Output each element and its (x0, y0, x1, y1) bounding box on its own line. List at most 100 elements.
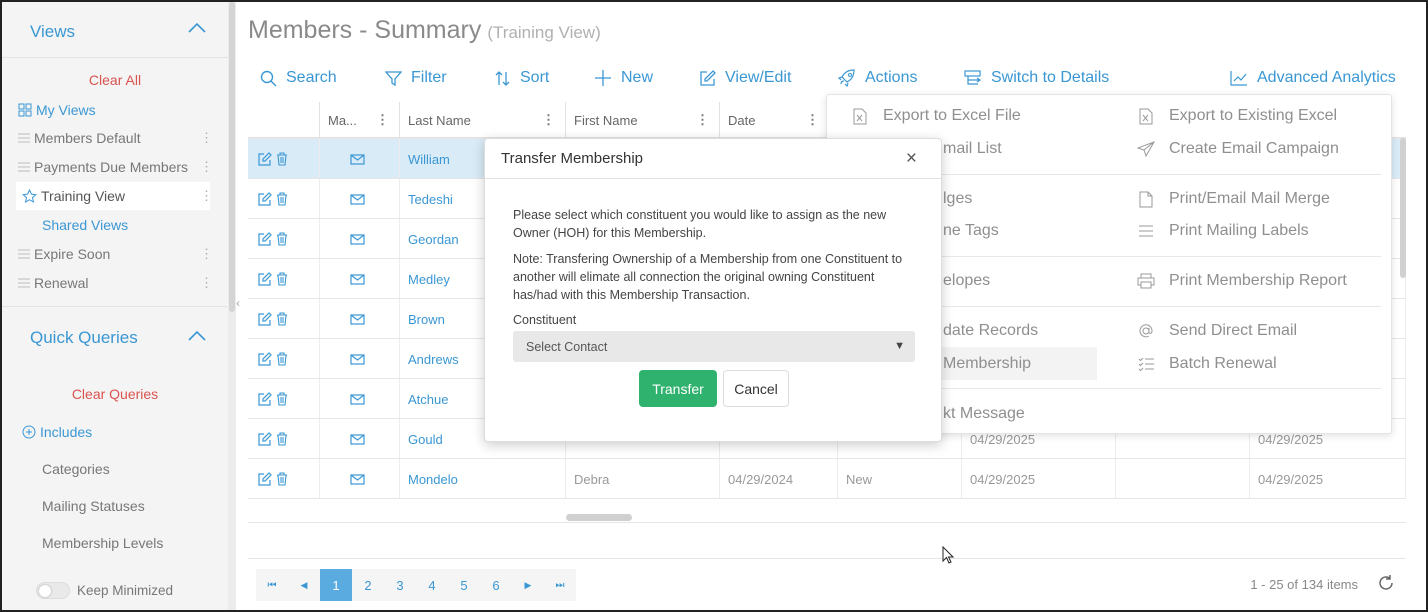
chevron-up-icon[interactable] (188, 330, 206, 342)
header-last-name[interactable]: Last Name ⋮ (400, 102, 566, 138)
edit-icon[interactable] (258, 392, 272, 406)
sidebar-item-members-default[interactable]: Members Default ⋮ (18, 124, 213, 152)
envelope-icon[interactable] (350, 393, 365, 405)
column-menu-icon[interactable]: ⋮ (696, 112, 709, 128)
menu-transfer-membership[interactable]: Membership (943, 355, 1031, 373)
menu-envelopes[interactable]: elopes (943, 272, 990, 290)
views-header[interactable]: Views (2, 2, 228, 58)
categories-link[interactable]: Categories (42, 461, 110, 477)
page-4-button[interactable]: 4 (416, 569, 448, 601)
column-menu-icon[interactable]: ⋮ (376, 112, 389, 128)
close-icon[interactable]: × (906, 148, 917, 170)
first-page-icon[interactable]: ⏮ (256, 569, 288, 601)
quick-queries-header[interactable]: Quick Queries (2, 308, 228, 364)
transfer-button[interactable]: Transfer (639, 370, 717, 407)
table-row[interactable]: Mondelo Debra 04/29/2024 New 04/29/2025 04/29… (248, 458, 1406, 499)
menu-print-email-mail-merge[interactable]: Print/Email Mail Merge (1133, 190, 1330, 208)
menu-print-mailing-labels[interactable]: Print Mailing Labels (1133, 222, 1309, 240)
advanced-analytics-button[interactable]: Advanced Analytics (1230, 66, 1396, 90)
page-1-button[interactable]: 1 (320, 569, 352, 601)
envelope-icon[interactable] (350, 473, 365, 485)
clear-queries-link[interactable]: Clear Queries (2, 386, 228, 402)
horizontal-scrollbar-thumb[interactable] (566, 514, 632, 521)
envelope-icon[interactable] (350, 353, 365, 365)
menu-badges[interactable]: lges (943, 190, 972, 208)
vertical-scrollbar-thumb[interactable] (1400, 138, 1406, 278)
trash-icon[interactable] (276, 472, 288, 486)
sidebar-item-training-view[interactable]: Training View ⋮ (16, 182, 213, 210)
menu-print-membership-report[interactable]: Print Membership Report (1133, 272, 1347, 290)
shared-views-link[interactable]: Shared Views (42, 211, 234, 239)
trash-icon[interactable] (276, 192, 288, 206)
trash-icon[interactable] (276, 432, 288, 446)
header-date[interactable]: Date ⋮ (720, 102, 830, 138)
cell-last[interactable]: Mondelo (400, 459, 566, 499)
page-6-button[interactable]: 6 (480, 569, 512, 601)
menu-update-records[interactable]: date Records (943, 322, 1038, 340)
chevron-up-icon[interactable] (188, 22, 206, 34)
menu-mail-list[interactable]: mail List (943, 140, 1002, 158)
envelope-icon[interactable] (350, 233, 365, 245)
column-menu-icon[interactable]: ⋮ (806, 112, 819, 128)
prev-page-icon[interactable]: ◀ (288, 569, 320, 601)
page-5-button[interactable]: 5 (448, 569, 480, 601)
menu-text-message[interactable]: kt Message (943, 405, 1025, 423)
last-page-icon[interactable]: ⏭ (544, 569, 576, 601)
kebab-icon[interactable]: ⋮ (200, 188, 213, 204)
page-3-button[interactable]: 3 (384, 569, 416, 601)
envelope-icon[interactable] (350, 153, 365, 165)
trash-icon[interactable] (276, 272, 288, 286)
menu-create-email-campaign[interactable]: Create Email Campaign (1133, 140, 1339, 158)
column-menu-icon[interactable]: ⋮ (542, 112, 555, 128)
keep-minimized-toggle[interactable] (36, 582, 70, 599)
edit-icon[interactable] (258, 152, 272, 166)
edit-icon[interactable] (258, 352, 272, 366)
sidebar-item-expire-soon[interactable]: Expire Soon ⋮ (18, 240, 213, 268)
sort-button[interactable]: Sort (494, 66, 549, 90)
new-button[interactable]: New (594, 66, 653, 90)
search-button[interactable]: Search (260, 66, 337, 90)
menu-batch-renewal[interactable]: Batch Renewal (1133, 355, 1277, 373)
scrollbar-thumb[interactable] (229, 2, 235, 312)
trash-icon[interactable] (276, 352, 288, 366)
envelope-icon[interactable] (350, 273, 365, 285)
envelope-icon[interactable] (350, 193, 365, 205)
collapse-sidebar-icon[interactable]: ‹ (236, 296, 240, 310)
cancel-button[interactable]: Cancel (723, 370, 789, 407)
trash-icon[interactable] (276, 232, 288, 246)
refresh-icon[interactable] (1376, 573, 1396, 593)
sidebar-scrollbar[interactable] (228, 2, 236, 610)
edit-icon[interactable] (258, 472, 272, 486)
kebab-icon[interactable]: ⋮ (200, 130, 213, 146)
envelope-icon[interactable] (350, 313, 365, 325)
mailing-statuses-link[interactable]: Mailing Statuses (42, 498, 145, 514)
switch-to-details-button[interactable]: Switch to Details (964, 66, 1109, 90)
edit-icon[interactable] (258, 432, 272, 446)
next-page-icon[interactable]: ▶ (512, 569, 544, 601)
kebab-icon[interactable]: ⋮ (200, 159, 213, 175)
edit-icon[interactable] (258, 232, 272, 246)
envelope-icon[interactable] (350, 433, 365, 445)
constituent-select[interactable]: Select Contact ▼ (513, 331, 915, 362)
edit-icon[interactable] (258, 312, 272, 326)
my-views-link[interactable]: My Views (18, 96, 210, 124)
menu-send-direct-email[interactable]: Send Direct Email (1133, 322, 1297, 340)
menu-name-tags[interactable]: ne Tags (943, 222, 999, 240)
edit-icon[interactable] (258, 272, 272, 286)
filter-button[interactable]: Filter (385, 66, 447, 90)
trash-icon[interactable] (276, 152, 288, 166)
includes-toggle[interactable]: Includes (22, 418, 214, 446)
sidebar-item-payments-due[interactable]: Payments Due Members ⋮ (18, 153, 213, 181)
view-edit-button[interactable]: View/Edit (699, 66, 791, 90)
trash-icon[interactable] (276, 392, 288, 406)
sidebar-item-renewal[interactable]: Renewal ⋮ (18, 269, 213, 297)
page-2-button[interactable]: 2 (352, 569, 384, 601)
actions-button[interactable]: Actions (838, 66, 917, 90)
header-mail[interactable]: Ma... ⋮ (320, 102, 400, 138)
clear-all-link[interactable]: Clear All (2, 72, 228, 88)
trash-icon[interactable] (276, 312, 288, 326)
edit-icon[interactable] (258, 192, 272, 206)
menu-export-existing-excel[interactable]: Export to Existing Excel (1133, 107, 1337, 125)
menu-export-excel[interactable]: Export to Excel File (847, 107, 1021, 125)
kebab-icon[interactable]: ⋮ (200, 246, 213, 262)
